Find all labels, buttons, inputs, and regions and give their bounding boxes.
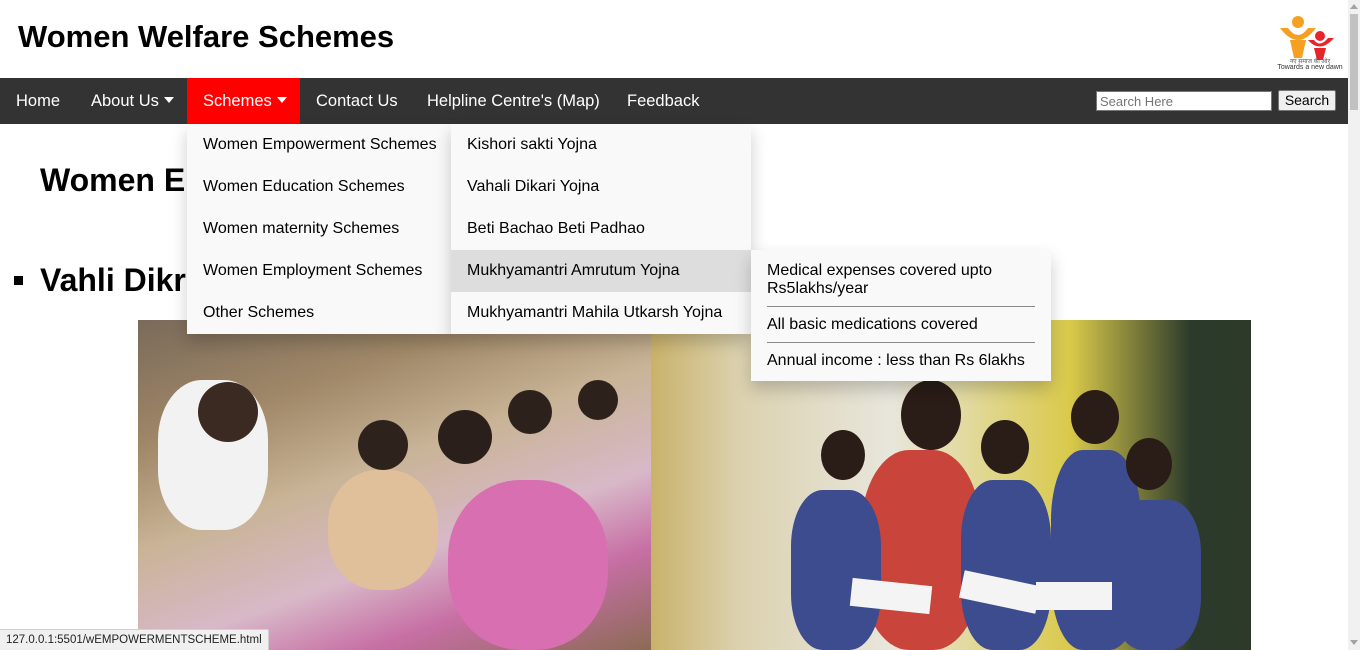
menu-item-women-employment-schemes[interactable]: Women Employment Schemes [187, 250, 451, 292]
logo-tagline: Towards a new dawn [1277, 64, 1343, 71]
nav-schemes[interactable]: Schemes [187, 78, 300, 124]
menu-item-other-schemes[interactable]: Other Schemes [187, 292, 451, 334]
nav-schemes-label: Schemes [203, 92, 272, 110]
nav-about-us-label: About Us [91, 92, 159, 110]
menu-item-vahali-dikari-yojna[interactable]: Vahali Dikari Yojna [451, 166, 751, 208]
bullet-square-icon [14, 276, 23, 285]
scroll-up-arrow-icon[interactable] [1350, 4, 1358, 9]
menu-item-women-empowerment-schemes[interactable]: Women Empowerment Schemes [187, 124, 451, 166]
divider [767, 342, 1035, 343]
vertical-scrollbar[interactable] [1348, 0, 1360, 650]
detail-basic-medications: All basic medications covered [767, 316, 978, 333]
schemes-dropdown-menu: Women Empowerment Schemes Women Educatio… [187, 124, 451, 334]
nav-home[interactable]: Home [0, 78, 76, 124]
menu-item-mukhyamantri-amrutum-yojna[interactable]: Mukhyamantri Amrutum Yojna [451, 250, 751, 292]
site-header: Women Welfare Schemes नए समाज की ओर Towa… [0, 0, 1348, 78]
students-studying-photo [138, 320, 651, 650]
menu-item-women-education-schemes[interactable]: Women Education Schemes [187, 166, 451, 208]
search-button[interactable]: Search [1278, 90, 1336, 111]
search-input[interactable] [1096, 91, 1272, 111]
scheme-details-panel: Medical expenses covered upto Rs5lakhs/y… [751, 250, 1051, 381]
empowerment-submenu: Kishori sakti Yojna Vahali Dikari Yojna … [451, 124, 751, 334]
browser-status-bar: 127.0.0.1:5501/wEMPOWERMENTSCHEME.html [0, 629, 269, 650]
menu-item-mukhyamantri-mahila-utkarsh-yojna[interactable]: Mukhyamantri Mahila Utkarsh Yojna [451, 292, 751, 334]
nav-helpline-map[interactable]: Helpline Centre's (Map) [411, 78, 616, 124]
nav-about-us[interactable]: About Us [75, 78, 190, 124]
menu-item-beti-bachao-beti-padhao[interactable]: Beti Bachao Beti Padhao [451, 208, 751, 250]
menu-item-kishori-sakti-yojna[interactable]: Kishori sakti Yojna [451, 124, 751, 166]
scrollbar-thumb[interactable] [1350, 14, 1358, 110]
scroll-down-arrow-icon[interactable] [1350, 640, 1358, 645]
divider [767, 306, 1035, 307]
menu-item-women-maternity-schemes[interactable]: Women maternity Schemes [187, 208, 451, 250]
caret-down-icon [276, 96, 287, 103]
detail-medical-expenses: Medical expenses covered upto Rs5lakhs/y… [767, 262, 993, 297]
caret-down-icon [163, 96, 174, 103]
page-heading: Women E [40, 162, 186, 198]
detail-annual-income: Annual income : less than Rs 6lakhs [767, 352, 1025, 369]
scheme-subheading: Vahli Dikr [40, 262, 186, 298]
nav-contact-us[interactable]: Contact Us [300, 78, 414, 124]
site-title: Women Welfare Schemes [18, 19, 395, 54]
nav-feedback[interactable]: Feedback [611, 78, 715, 124]
